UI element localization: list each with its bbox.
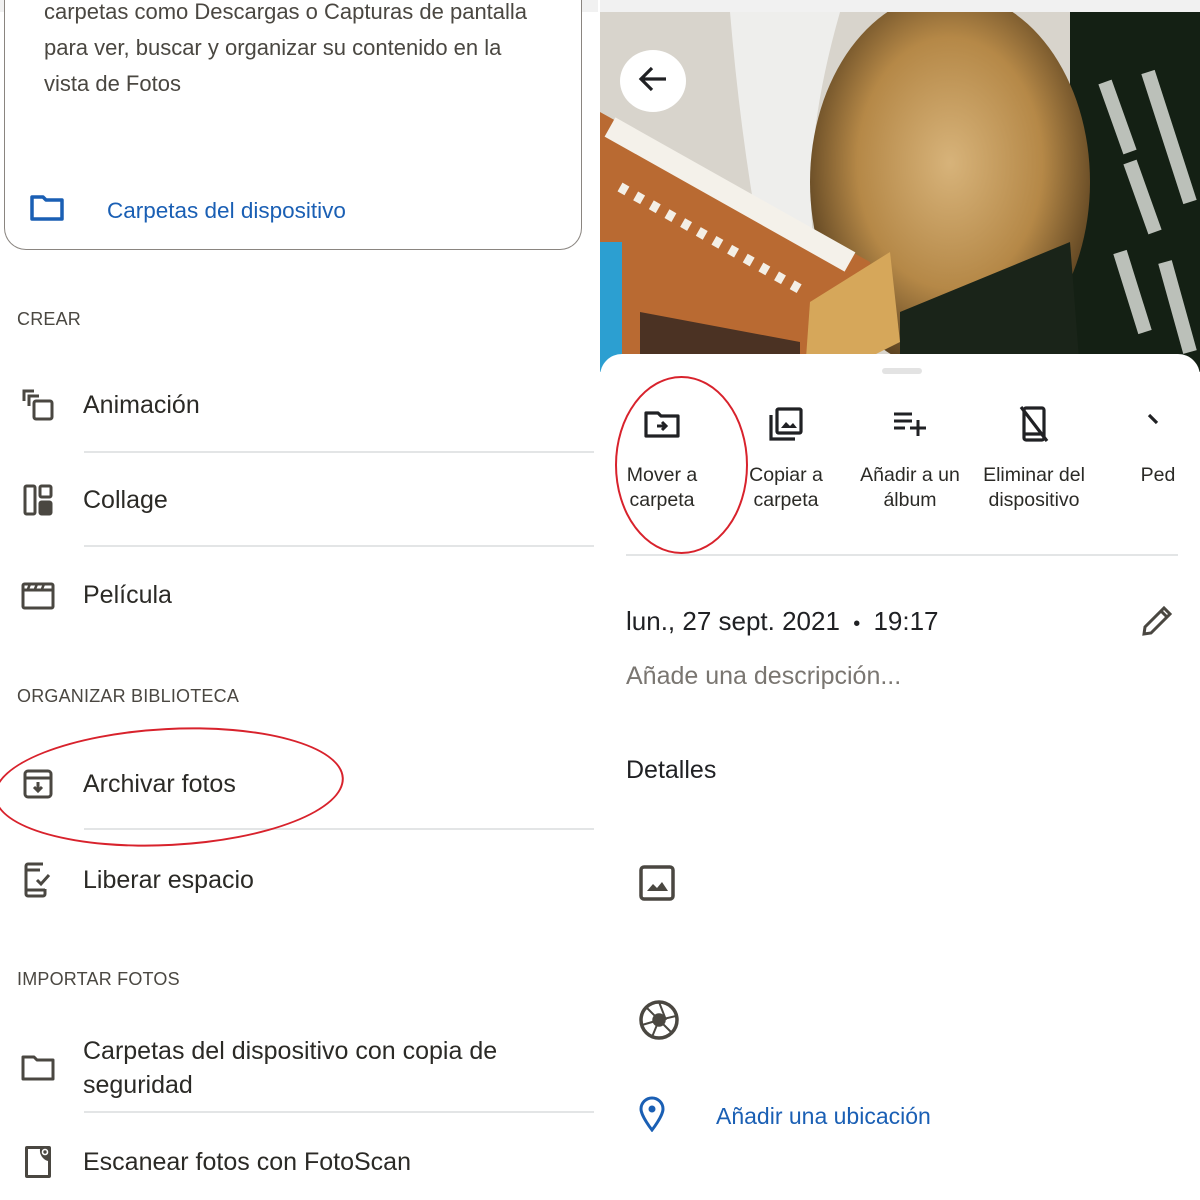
archive-icon [18, 768, 58, 800]
folder-icon [18, 1054, 58, 1082]
photo-preview[interactable] [600, 12, 1200, 372]
drag-handle[interactable] [882, 368, 922, 374]
photo-image [600, 12, 1200, 372]
photo-datetime: lun., 27 sept. 2021 • 19:17 [626, 606, 939, 637]
collage-icon [18, 484, 58, 516]
action-label: Ped [1140, 464, 1176, 486]
status-bar [600, 0, 1200, 12]
menu-item-label: Collage [83, 486, 168, 514]
action-add-to-album[interactable]: Añadir a un álbum [848, 399, 972, 513]
menu-item-fotoscan[interactable]: Escanear fotos con FotoScan [0, 1144, 598, 1180]
menu-item-label: Escanear fotos con FotoScan [83, 1148, 411, 1176]
menu-item-label: Animación [83, 391, 200, 419]
edit-datetime-button[interactable] [1140, 604, 1174, 643]
google-photos-library-panel: Puedes crear copias de seguridad de carp… [0, 0, 598, 1200]
playlist-add-icon [892, 399, 928, 449]
folder-icon [29, 193, 65, 228]
action-copy-to-folder[interactable]: Copiar a carpeta [724, 399, 848, 513]
location-pin-icon [638, 1096, 666, 1137]
menu-item-label: Liberar espacio [83, 866, 254, 894]
divider [626, 554, 1178, 556]
info-bottom-sheet: Mover a carpeta Copiar a carpeta Añadir … [600, 354, 1200, 1200]
divider [84, 828, 594, 830]
animation-icon [18, 388, 58, 422]
camera-aperture-icon [638, 999, 680, 1046]
section-title-importar: IMPORTAR FOTOS [17, 969, 180, 989]
action-move-to-folder[interactable]: Mover a carpeta [600, 399, 724, 513]
action-label: Añadir a un álbum [860, 464, 960, 511]
photo-time: 19:17 [873, 606, 939, 636]
menu-item-pelicula[interactable]: Película [0, 578, 598, 612]
movie-icon [18, 580, 58, 610]
free-up-space-icon [18, 862, 58, 898]
photo-date: lun., 27 sept. 2021 [626, 606, 840, 636]
description-input[interactable] [626, 662, 1126, 691]
menu-item-liberar-espacio[interactable]: Liberar espacio [0, 862, 598, 898]
move-to-folder-icon [644, 399, 680, 449]
action-label: Copiar a carpeta [749, 464, 823, 511]
pencil-icon [1140, 605, 1174, 642]
action-delete-from-device[interactable]: Eliminar del dispositivo [972, 399, 1096, 513]
action-label: Mover a carpeta [626, 464, 698, 511]
add-location-label: Añadir una ubicación [716, 1103, 931, 1129]
menu-item-label: Archivar fotos [83, 770, 236, 798]
back-button[interactable] [620, 50, 686, 112]
add-location-button[interactable]: Añadir una ubicación [638, 1096, 931, 1137]
details-title: Detalles [626, 756, 717, 784]
arrow-back-icon [638, 66, 668, 97]
copy-to-folder-icon [768, 399, 804, 449]
section-title-crear: CREAR [17, 309, 82, 329]
divider [84, 545, 594, 547]
image-icon [638, 864, 676, 907]
photoscan-icon [18, 1144, 58, 1180]
device-folders-link-label: Carpetas del dispositivo [107, 197, 346, 223]
menu-item-carpetas-copia[interactable]: Carpetas del dispositivo con copia de se… [0, 1034, 598, 1102]
divider [84, 1111, 594, 1113]
menu-item-label: Carpetas del dispositivo con copia de se… [83, 1037, 498, 1099]
delete-from-device-icon [1019, 399, 1049, 449]
device-folders-link[interactable]: Carpetas del dispositivo [29, 193, 346, 228]
menu-item-label: Película [83, 581, 172, 609]
action-row: Mover a carpeta Copiar a carpeta Añadir … [600, 399, 1200, 513]
action-truncated[interactable]: Ped [1096, 399, 1200, 513]
detail-row-camera [638, 999, 680, 1046]
menu-item-animacion[interactable]: Animación [0, 388, 598, 422]
card-description: carpetas como Descargas o Capturas de pa… [44, 0, 528, 96]
section-title-organizar: ORGANIZAR BIBLIOTECA [17, 686, 240, 706]
action-label: Eliminar del dispositivo [983, 464, 1085, 511]
datetime-separator: • [853, 613, 861, 635]
photo-info-panel: Mover a carpeta Copiar a carpeta Añadir … [600, 0, 1200, 1200]
divider [84, 451, 594, 453]
truncated-icon [1143, 399, 1173, 449]
detail-row-image [638, 864, 676, 907]
menu-item-archivar-fotos[interactable]: Archivar fotos [0, 767, 598, 801]
menu-item-collage[interactable]: Collage [0, 483, 598, 517]
